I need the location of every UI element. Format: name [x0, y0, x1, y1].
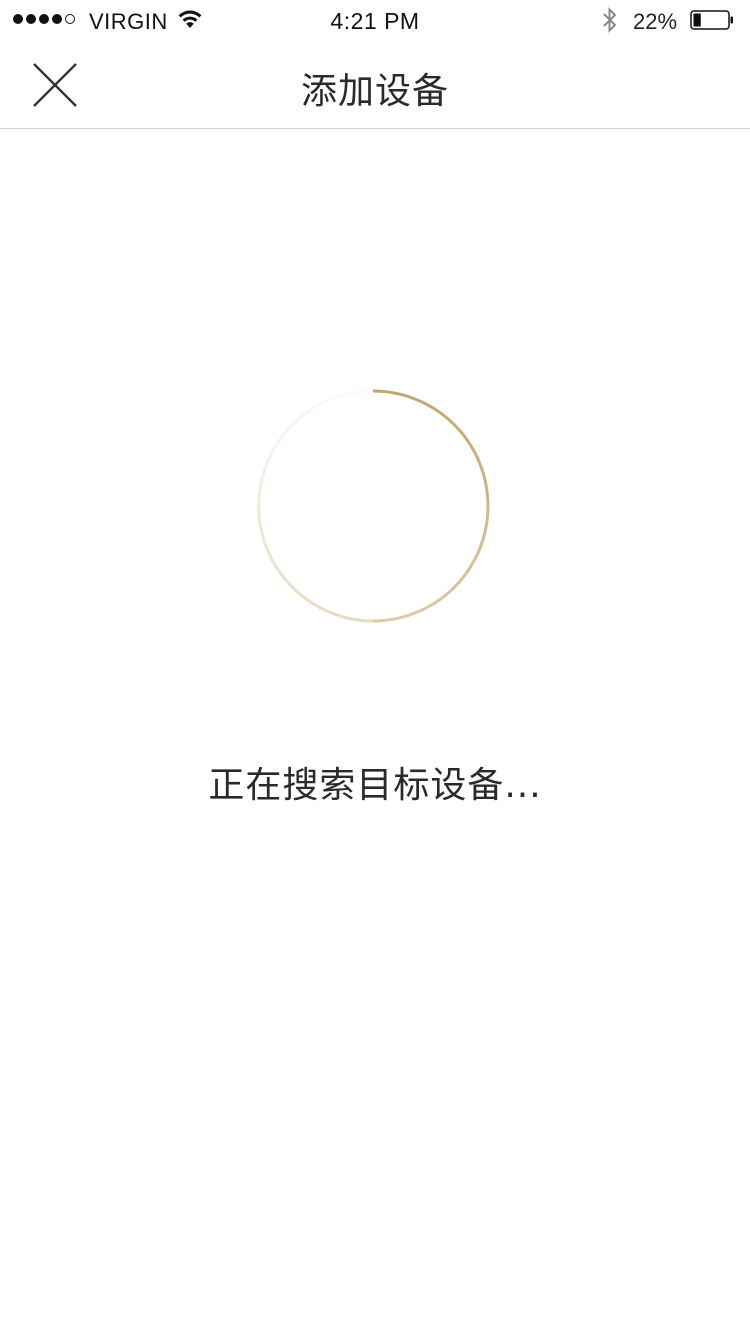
- status-bar: VIRGIN 4:21 PM 22%: [0, 0, 750, 40]
- navigation-bar: 添加设备: [0, 40, 750, 129]
- close-button[interactable]: [26, 56, 84, 114]
- searching-status-text: 正在搜索目标设备...: [208, 765, 542, 806]
- battery-icon: [690, 10, 733, 30]
- loading-spinner-icon: [257, 389, 490, 623]
- add-device-screen: VIRGIN 4:21 PM 22% 添加设备 正在搜索目标设备...: [0, 0, 750, 1334]
- close-icon: [33, 63, 77, 107]
- battery-percentage: 22%: [633, 9, 678, 34]
- bluetooth-icon: [603, 7, 617, 33]
- page-title: 添加设备: [300, 71, 449, 112]
